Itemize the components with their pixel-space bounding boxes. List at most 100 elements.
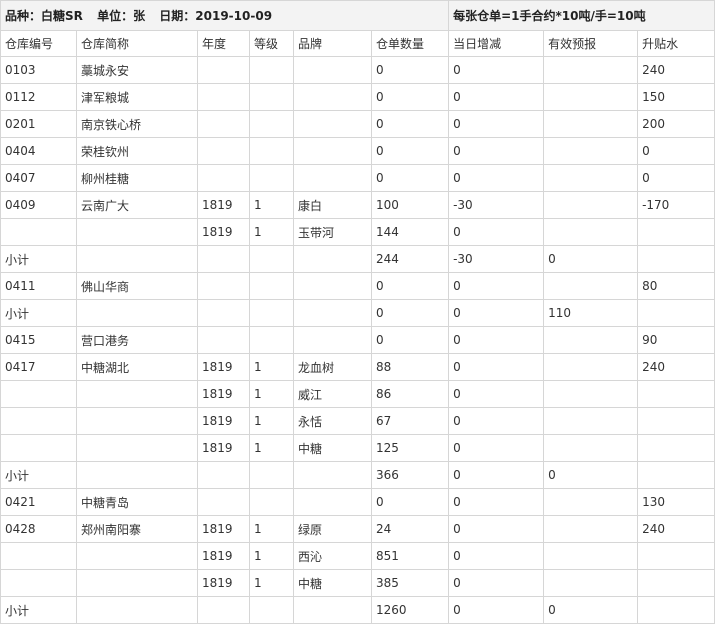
table-cell: 88: [370, 353, 450, 381]
table-cell: 0: [448, 569, 545, 597]
table-cell: [293, 461, 372, 489]
table-cell: 柳州桂糖: [76, 164, 198, 192]
table-cell: 小计: [0, 299, 77, 327]
report-title-row: 品种：白糖SR 单位：张 日期：2019-10-09 每张仓单=1手合约*10吨…: [0, 0, 715, 31]
table-cell: 0: [370, 83, 450, 111]
table-cell: -30: [448, 245, 545, 273]
table-cell: [197, 137, 250, 165]
column-header: 仓库简称: [76, 30, 198, 57]
table-cell: 永恬: [293, 407, 372, 435]
table-cell: -30: [448, 191, 545, 219]
table-cell: [76, 434, 198, 462]
table-cell: [249, 83, 294, 111]
table-cell: 1: [249, 515, 294, 543]
table-cell: [637, 299, 715, 327]
table-cell: 0: [448, 110, 545, 138]
table-cell: [543, 164, 639, 192]
table-cell: 0: [637, 164, 715, 192]
variety-label: 品种：白糖SR: [5, 9, 83, 23]
table-cell: 0: [370, 164, 450, 192]
table-cell: [197, 596, 250, 624]
table-cell: 1: [249, 218, 294, 246]
table-cell: [249, 164, 294, 192]
table-cell: [543, 515, 639, 543]
table-cell: 366: [370, 461, 450, 489]
table-cell: [249, 245, 294, 273]
table-cell: [543, 326, 639, 354]
table-cell: 0: [448, 272, 545, 300]
table-row: 小计 244 -30 0: [0, 245, 715, 273]
table-cell: 0428: [0, 515, 77, 543]
table-cell: 1819: [197, 542, 250, 570]
table-cell: 1: [249, 542, 294, 570]
table-cell: 南京铁心桥: [76, 110, 198, 138]
table-cell: [543, 218, 639, 246]
table-cell: 0: [370, 272, 450, 300]
table-cell: 1819: [197, 191, 250, 219]
table-cell: 100: [370, 191, 450, 219]
table-cell: [543, 137, 639, 165]
column-header: 年度: [197, 30, 250, 57]
table-row: 0417 中糖湖北 1819 1 龙血树 88 0 240: [0, 353, 715, 381]
table-row: 1819 1 玉带河 144 0: [0, 218, 715, 246]
table-cell: 0: [448, 218, 545, 246]
table-cell: [637, 596, 715, 624]
table-cell: [543, 380, 639, 408]
table-cell: 0: [448, 380, 545, 408]
table-row: 小计 366 0 0: [0, 461, 715, 489]
table-row: 0112 津军粮城 0 0 150: [0, 83, 715, 111]
table-cell: 小计: [0, 245, 77, 273]
table-cell: [293, 245, 372, 273]
table-cell: [543, 191, 639, 219]
table-cell: 24: [370, 515, 450, 543]
table-cell: 0417: [0, 353, 77, 381]
table-cell: 1: [249, 434, 294, 462]
table-cell: [249, 488, 294, 516]
table-cell: 0: [448, 56, 545, 84]
table-cell: 1: [249, 380, 294, 408]
table-cell: 玉带河: [293, 218, 372, 246]
table-cell: [637, 569, 715, 597]
table-cell: 1819: [197, 515, 250, 543]
table-cell: 0: [370, 488, 450, 516]
table-row: 1819 1 中糖 125 0: [0, 434, 715, 462]
column-header: 当日增减: [448, 30, 545, 57]
table-cell: 龙血树: [293, 353, 372, 381]
table-row: 0409 云南广大 1819 1 康白 100 -30 -170: [0, 191, 715, 219]
table-cell: 小计: [0, 461, 77, 489]
table-cell: [293, 272, 372, 300]
table-body: 品种：白糖SR 单位：张 日期：2019-10-09 每张仓单=1手合约*10吨…: [0, 0, 715, 624]
table-row: 小计 0 0 110: [0, 299, 715, 327]
table-cell: 1819: [197, 380, 250, 408]
table-cell: [249, 137, 294, 165]
table-cell: [0, 569, 77, 597]
table-cell: 385: [370, 569, 450, 597]
table-cell: 125: [370, 434, 450, 462]
table-cell: 1819: [197, 218, 250, 246]
table-cell: [293, 164, 372, 192]
table-row: 0404 荣桂钦州 0 0 0: [0, 137, 715, 165]
table-cell: [76, 218, 198, 246]
table-cell: 0: [448, 461, 545, 489]
table-cell: 0: [448, 326, 545, 354]
table-row: 0407 柳州桂糖 0 0 0: [0, 164, 715, 192]
column-header: 等级: [249, 30, 294, 57]
table-cell: [543, 272, 639, 300]
table-cell: 851: [370, 542, 450, 570]
table-cell: 1819: [197, 569, 250, 597]
table-cell: 0: [448, 542, 545, 570]
table-cell: 0: [370, 56, 450, 84]
table-cell: 0: [448, 83, 545, 111]
table-cell: 130: [637, 488, 715, 516]
table-cell: [543, 542, 639, 570]
date-label: 日期：2019-10-09: [159, 9, 273, 23]
table-cell: 0407: [0, 164, 77, 192]
table-cell: 佛山华商: [76, 272, 198, 300]
table-cell: [197, 83, 250, 111]
table-cell: 0: [448, 434, 545, 462]
table-cell: 144: [370, 218, 450, 246]
warehouse-receipt-table: 品种：白糖SR 单位：张 日期：2019-10-09 每张仓单=1手合约*10吨…: [0, 0, 715, 624]
table-row: 小计 1260 0 0: [0, 596, 715, 624]
table-cell: [197, 164, 250, 192]
table-cell: 营口港务: [76, 326, 198, 354]
